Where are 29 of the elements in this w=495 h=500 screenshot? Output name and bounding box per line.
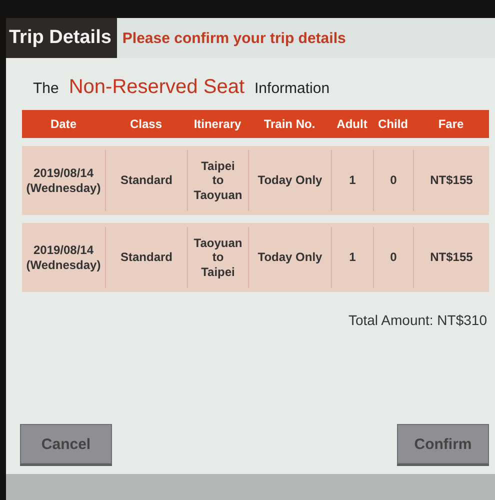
- table-cell: Standard: [105, 227, 187, 288]
- table-cell: 0: [373, 227, 413, 288]
- instruction-text: Please confirm your trip details: [121, 28, 346, 48]
- column-header: Itinerary: [192, 117, 242, 131]
- column-header: Fare: [437, 117, 465, 131]
- table-cell: Today Only: [248, 150, 331, 211]
- table-cell: Standard: [105, 150, 187, 211]
- table-cell: 1: [331, 227, 373, 288]
- heading-text: Information: [254, 80, 330, 97]
- column-header: Class: [128, 117, 164, 131]
- table-cell: NT$155: [413, 227, 489, 288]
- table-cell: Taoyuan to Taipei: [187, 227, 248, 288]
- table-cell: 1: [331, 150, 373, 211]
- table-cell: 0: [373, 150, 413, 211]
- table-cell-text: 2019/08/14 (Wednesday): [25, 165, 102, 196]
- page-title: Trip Details: [6, 18, 118, 58]
- confirm-button[interactable]: Confirm: [397, 424, 489, 464]
- table-cell: Taipei to Taoyuan: [187, 150, 248, 211]
- table-cell-text: 2019/08/14 (Wednesday): [25, 242, 102, 274]
- column-header: Child: [377, 117, 409, 131]
- table-cell: NT$155: [413, 150, 489, 211]
- column-header: Date: [49, 117, 78, 131]
- cancel-button[interactable]: Cancel: [20, 424, 112, 464]
- column-header: Train No.: [262, 117, 316, 131]
- ticket-type-text: Non-Reserved Seat: [68, 76, 245, 99]
- table-cell: Today Only: [248, 227, 331, 288]
- total-amount: Total Amount: NT$310: [348, 312, 487, 328]
- heading-text: The: [33, 80, 59, 97]
- column-header: Adult: [336, 117, 368, 131]
